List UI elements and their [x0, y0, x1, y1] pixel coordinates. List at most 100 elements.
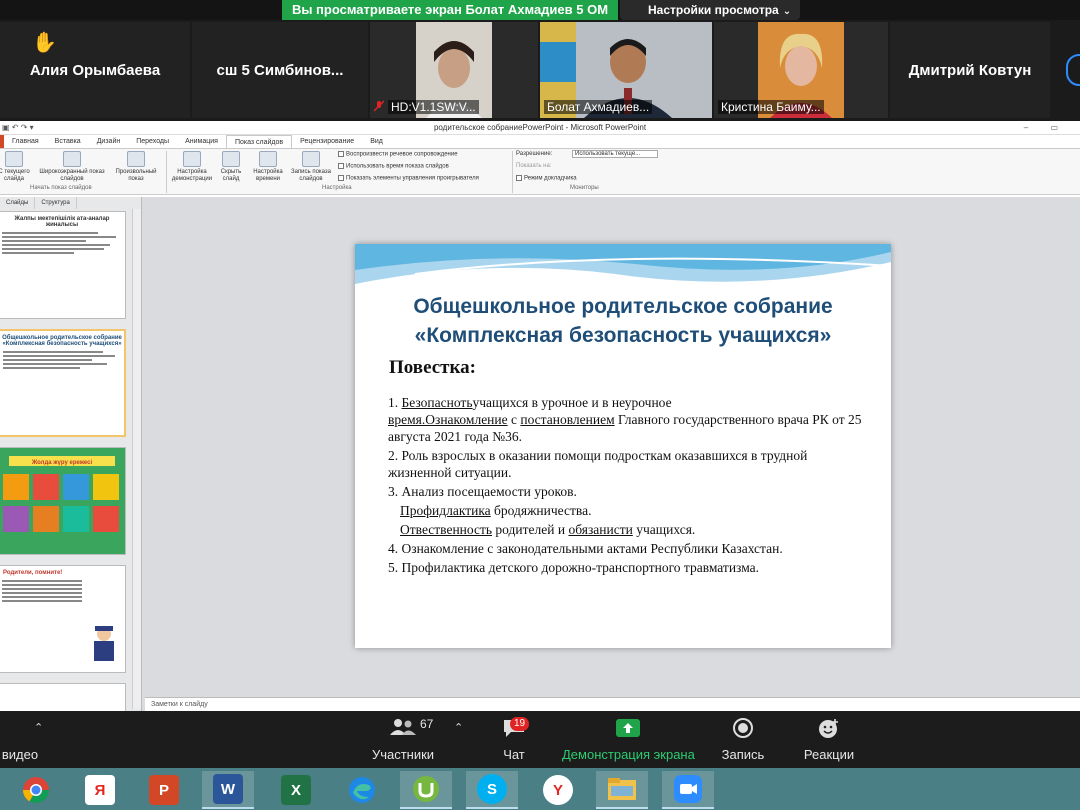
agenda-item: 2. Роль взрослых в оказании помощи подро…	[388, 448, 808, 480]
thumbnail-title: Родители, помните!	[3, 570, 63, 576]
participants-count: 67	[420, 717, 434, 731]
resolution-select[interactable]: Использовать текуще...	[572, 150, 658, 158]
share-banner: Вы просматриваете экран Болат Ахмадиев 5…	[0, 0, 1080, 20]
skype-icon[interactable]: S	[466, 771, 518, 809]
share-screen-button[interactable]: Демонстрация экрана	[562, 717, 695, 762]
group-monitors: Мониторы	[570, 185, 599, 191]
record-slideshow-button[interactable]: Запись показа слайдов	[288, 151, 334, 183]
slide-thumbnail-selected[interactable]: Общешкольное родительское собрание «Комп…	[0, 329, 126, 437]
participant-name: Кристина Баиму...	[718, 100, 824, 114]
agenda-item: 5. Профилактика детского дорожно-транспо…	[388, 560, 760, 575]
hide-slide-button[interactable]: Скрыть слайд	[214, 151, 248, 183]
slide-thumbnail[interactable]	[0, 683, 126, 713]
tab-animation[interactable]: Анимация	[177, 135, 226, 148]
thumbnail-text	[2, 232, 122, 254]
slides-panel-scrollbar[interactable]	[132, 209, 141, 709]
share-screen-icon	[562, 717, 694, 743]
widescreen-show-button[interactable]: Широкоэкранный показ слайдов	[38, 151, 106, 183]
slide-thumbnail[interactable]: Жолда жүру ережесі	[0, 447, 126, 555]
participant-name: Болат Ахмадиев...	[544, 100, 653, 114]
widescreen-icon	[63, 151, 81, 167]
participant-name: Дмитрий Ковтун	[908, 62, 1032, 79]
agenda-subitem: Профидлактика бродяжничества.	[400, 503, 592, 518]
powerpoint-letter: P	[149, 775, 179, 805]
yandex-browser-letter: Y	[543, 775, 573, 805]
agenda-item: 4. Ознакомление с законодательными актам…	[388, 541, 783, 556]
video-button[interactable]: видео	[0, 717, 40, 762]
participants-button[interactable]: 67 Участники	[366, 717, 440, 762]
record-button[interactable]: Запись	[720, 717, 766, 762]
police-illustration	[94, 626, 114, 661]
participant-tile[interactable]: сш 5 Симбинов...	[192, 22, 368, 118]
tab-outline[interactable]: Структура	[35, 197, 77, 209]
participant-tile-active-speaker[interactable]: Болат Ахмадиев...	[540, 22, 712, 118]
thumbnail-title: Жолда жүру ережесі	[9, 456, 115, 466]
powerpoint-icon[interactable]: P	[138, 771, 190, 809]
tab-review[interactable]: Рецензирование	[292, 135, 362, 148]
chrome-icon[interactable]	[10, 771, 62, 809]
utorrent-icon[interactable]	[400, 771, 452, 809]
show-media-controls-checkbox[interactable]: Показать элементы управления проигрывате…	[338, 175, 479, 182]
thumbnail-text	[2, 580, 82, 602]
participant-tile[interactable]: HD:V1.1SW:V...	[370, 22, 538, 118]
excel-letter: X	[281, 775, 311, 805]
custom-show-button[interactable]: Произвольный показ	[112, 151, 160, 183]
ribbon: С текущего слайда Широкоэкранный показ с…	[0, 149, 1080, 195]
chat-unread-badge: 19	[510, 717, 530, 731]
participant-tile[interactable]: Дмитрий Ковтун	[890, 22, 1050, 118]
quick-access-toolbar: ▣ ↶ ↷ ▾	[2, 123, 34, 132]
notes-pane[interactable]: Заметки к слайду	[145, 697, 1080, 711]
caret-up-icon[interactable]: ⌃	[454, 721, 463, 734]
participant-name: Алия Орымбаева	[29, 62, 161, 79]
smiley-icon	[802, 717, 856, 743]
excel-icon[interactable]: X	[270, 771, 322, 809]
from-current-slide-button[interactable]: С текущего слайда	[0, 151, 34, 183]
word-icon[interactable]: W	[202, 771, 254, 809]
tab-insert[interactable]: Вставка	[47, 135, 89, 148]
participant-tile[interactable]: ✋ Алия Орымбаева	[0, 22, 190, 118]
participants-icon: 67	[366, 717, 440, 743]
skype-letter: S	[477, 774, 507, 804]
tab-design[interactable]: Дизайн	[89, 135, 129, 148]
rehearse-timings-button[interactable]: Настройка времени	[248, 151, 288, 183]
participant-tile[interactable]: Кристина Баиму...	[714, 22, 888, 118]
ribbon-tabs: Главная Вставка Дизайн Переходы Анимация…	[0, 135, 1080, 149]
agenda-list: 1. Безопаснотьучащихся в урочное и в неу…	[388, 394, 868, 578]
edge-icon[interactable]	[336, 771, 388, 809]
timing-icon	[259, 151, 277, 167]
use-timings-checkbox[interactable]: Использовать время показа слайдов	[338, 163, 449, 170]
play-narrations-label: Воспроизвести речевое сопровождение	[346, 151, 458, 158]
custom-show-label: Произвольный показ	[115, 169, 157, 182]
widescreen-show-label: Широкоэкранный показ слайдов	[39, 169, 105, 182]
reactions-label: Реакции	[803, 747, 855, 762]
tab-home[interactable]: Главная	[4, 135, 47, 148]
setup-show-button[interactable]: Настройка демонстрации	[168, 151, 216, 183]
slide-thumbnail[interactable]: Родители, помните!	[0, 565, 126, 673]
participant-name: HD:V1.1SW:V...	[388, 100, 479, 114]
slides-panel-tabs: Слайды Структура	[0, 197, 141, 209]
tab-transitions[interactable]: Переходы	[128, 135, 177, 148]
slide-editor: Общешкольное родительское собрание «Комп…	[145, 197, 1080, 697]
record-slideshow-label: Запись показа слайдов	[290, 169, 332, 182]
current-slide[interactable]: Общешкольное родительское собрание «Комп…	[355, 244, 891, 648]
zoom-icon[interactable]	[662, 771, 714, 809]
explorer-icon[interactable]	[596, 771, 648, 809]
slides-panel: Слайды Структура Жалпы мектепішілік ата-…	[0, 197, 142, 713]
ppt-workspace: Слайды Структура Жалпы мектепішілік ата-…	[0, 197, 1080, 713]
agenda-item: 3. Анализ посещаемости уроков.	[388, 484, 577, 499]
next-participants-arrow[interactable]	[1066, 54, 1080, 86]
play-narrations-checkbox[interactable]: Воспроизвести речевое сопровождение	[338, 151, 458, 158]
tab-slides[interactable]: Слайды	[0, 197, 36, 209]
chat-button[interactable]: 19 Чат	[494, 717, 534, 762]
yandex-icon[interactable]: Я	[74, 771, 126, 809]
presenter-view-checkbox[interactable]: Режим докладчика	[516, 175, 577, 182]
reactions-button[interactable]: Реакции	[802, 717, 856, 762]
participants-label: Участники	[371, 747, 435, 762]
tab-view[interactable]: Вид	[362, 135, 391, 148]
windows-taskbar: Я P W X S Y	[0, 768, 1080, 810]
tab-slideshow[interactable]: Показ слайдов	[225, 135, 293, 148]
yandex-browser-icon[interactable]: Y	[532, 771, 584, 809]
slide-thumbnail[interactable]: Жалпы мектепішілік ата-аналар жиналысы	[0, 211, 126, 319]
view-options-button[interactable]: Настройки просмотра ⌄	[620, 0, 800, 20]
slide-title: Общешкольное родительское собрание «Комп…	[355, 292, 891, 350]
